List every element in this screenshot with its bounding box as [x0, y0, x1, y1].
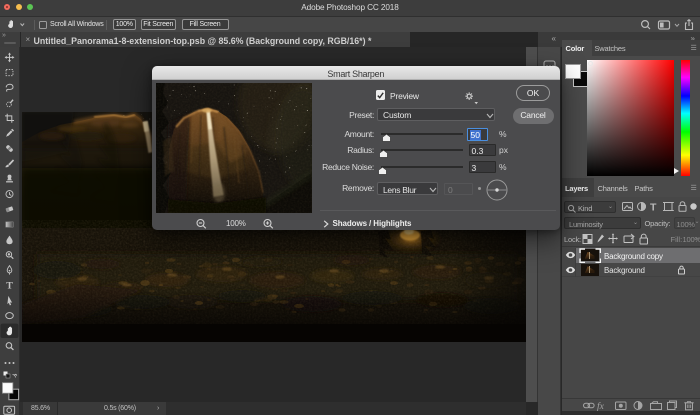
svg-text:T: T: [650, 202, 657, 214]
svg-text:fx: fx: [597, 401, 605, 411]
svg-text:T: T: [6, 281, 13, 292]
